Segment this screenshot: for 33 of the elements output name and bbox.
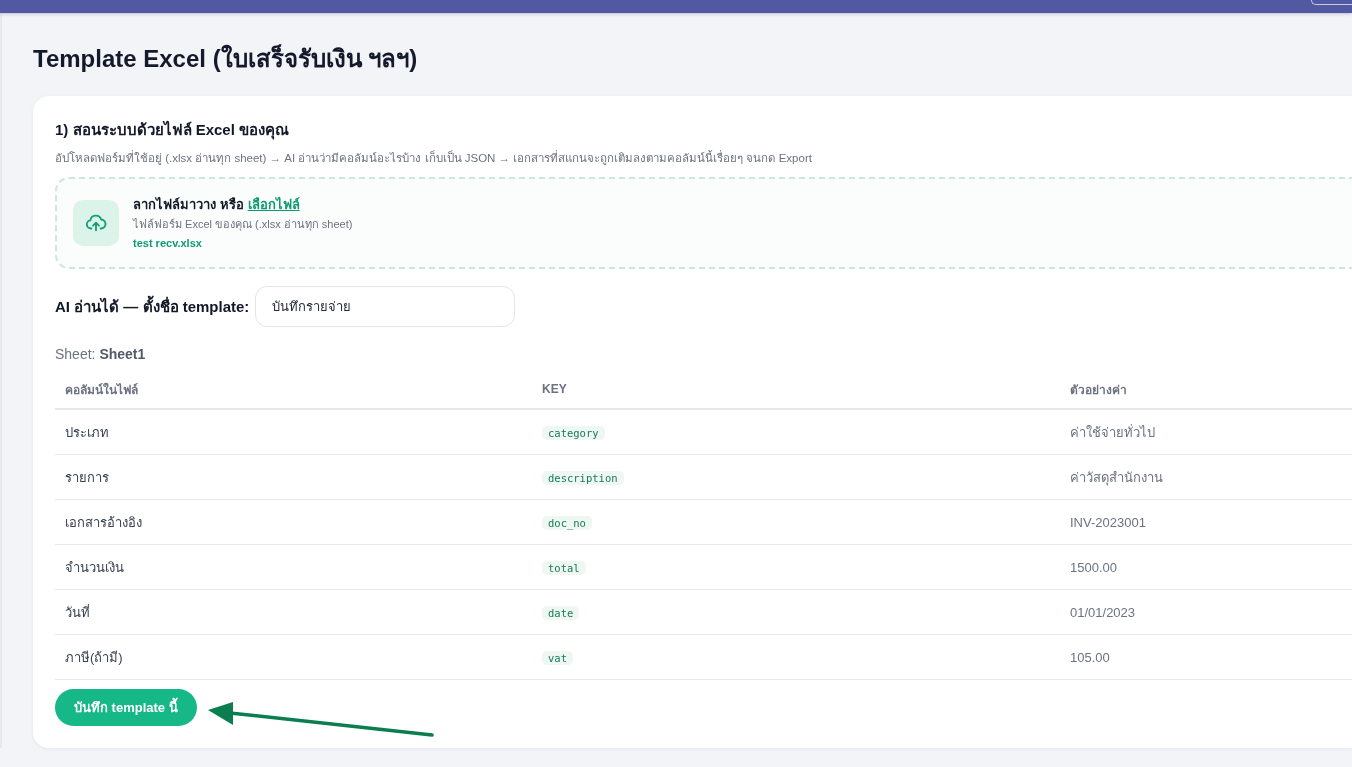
table-cell: จำนวนเงิน	[55, 544, 532, 590]
table-cell: 01/01/2023	[1060, 589, 1352, 635]
key-code: category	[542, 425, 605, 440]
table-cell: 105.00	[1060, 634, 1352, 680]
key-code: vat	[542, 650, 573, 665]
upload-hint: ไฟล์ฟอร์ม Excel ของคุณ (.xlsx อ่านทุก sheet)	[133, 216, 353, 232]
table-cell: เอกสารอ้างอิง	[55, 499, 532, 545]
file-drop-zone[interactable]: ลากไฟล์มาวาง หรือ เลือกไฟล์ ไฟล์ฟอร์ม Excel ของคุณ (.xlsx อ่านทุก sheet) test recv.xlsx	[55, 177, 1352, 269]
template-name-field[interactable]: บันทึกรายจ่าย	[255, 286, 516, 327]
table-cell: ค่าใช้จ่ายทั่วไป	[1060, 409, 1352, 455]
file-name: test recv.xlsx	[133, 235, 202, 251]
key-code: doc_no	[542, 515, 592, 530]
cloud-upload-icon	[73, 200, 119, 246]
table-cell: 1500.00	[1060, 544, 1352, 590]
table-cell: ค่าวัสดุสำนักงาน	[1060, 454, 1352, 500]
column-header: KEY	[532, 370, 1060, 409]
key-code: total	[542, 560, 586, 575]
table-cell: วันที่	[55, 589, 532, 635]
table-cell: รายการ	[55, 454, 532, 500]
section-description: อัปโหลดฟอร์มที่ใช้อยู่ (.xlsx อ่านทุก sheet) → AI อ่านว่ามีคอลัมน์อะไรบ้าง เก็บเป็น JSON → เอกสารที่สแกนจะถูกเติมลงตามคอลัมน์นี้เรื่อยๆ จนกด Export	[55, 150, 812, 166]
column-header: คอลัมน์ในไฟล์	[55, 370, 532, 409]
section-heading: 1) สอนระบบด้วยไฟล์ Excel ของคุณ	[55, 120, 290, 140]
choose-file-link[interactable]: เลือกไฟล์	[247, 195, 300, 214]
template-name-label: AI อ่านได้ — ตั้งชื่อ template:	[55, 296, 250, 317]
upload-prompt: ลากไฟล์มาวาง หรือ	[133, 195, 244, 214]
key-code: description	[542, 470, 624, 485]
page-title: Template Excel (ใบเสร็จรับเงิน ฯลฯ)	[33, 44, 418, 74]
column-header: ตัวอย่างค่า	[1060, 370, 1352, 409]
table-cell: ภาษี(ถ้ามี)	[55, 634, 532, 680]
key-code: date	[542, 605, 580, 620]
sheet-name: Sheet: Sheet1	[55, 345, 146, 364]
table-cell: ประเภท	[55, 409, 532, 455]
table-cell: INV-2023001	[1060, 499, 1352, 545]
